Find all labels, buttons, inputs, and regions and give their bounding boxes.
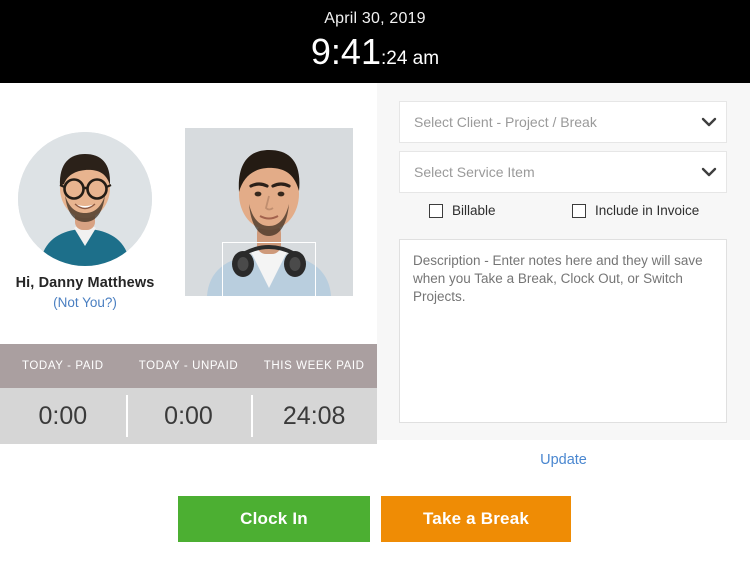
right-panel: Select Client - Project / Break Select S… bbox=[377, 83, 750, 440]
checkbox-row: Billable Include in Invoice bbox=[399, 203, 727, 227]
description-input[interactable] bbox=[399, 239, 727, 423]
service-item-select[interactable]: Select Service Item bbox=[399, 151, 727, 193]
chevron-down-icon bbox=[692, 167, 726, 178]
time-summary-headers: TODAY - PAID TODAY - UNPAID THIS WEEK PA… bbox=[0, 344, 377, 388]
clock-bar: April 30, 2019 9:41:24 am bbox=[0, 0, 750, 83]
billable-checkbox-label: Billable bbox=[452, 203, 496, 218]
timeclock-app: April 30, 2019 9:41:24 am Hi, Danny Matt… bbox=[0, 0, 750, 562]
left-panel: Hi, Danny Matthews (Not You?) TODAY - PA… bbox=[0, 83, 377, 562]
update-link[interactable]: Update bbox=[377, 452, 750, 468]
current-date: April 30, 2019 bbox=[324, 10, 426, 27]
action-bar: Clock In Take a Break bbox=[0, 496, 750, 544]
time-meridiem: am bbox=[407, 48, 440, 69]
billable-checkbox[interactable]: Billable bbox=[429, 203, 496, 218]
checkbox-box-icon[interactable] bbox=[429, 203, 443, 218]
stat-header-this-week-paid: THIS WEEK PAID bbox=[263, 360, 365, 372]
stat-value-today-unpaid: 0:00 bbox=[125, 388, 252, 444]
client-project-select-label: Select Client - Project / Break bbox=[414, 114, 597, 130]
not-you-link[interactable]: (Not You?) bbox=[0, 295, 170, 310]
include-in-invoice-checkbox[interactable]: Include in Invoice bbox=[572, 203, 699, 218]
take-a-break-button[interactable]: Take a Break bbox=[381, 496, 571, 542]
user-avatar-photo-icon bbox=[18, 132, 152, 266]
chevron-down-icon bbox=[692, 117, 726, 128]
stat-header-today-unpaid: TODAY - UNPAID bbox=[138, 360, 239, 372]
checkbox-box-icon[interactable] bbox=[572, 203, 586, 218]
user-greeting: Hi, Danny Matthews bbox=[15, 275, 155, 291]
time-seconds: :24 bbox=[380, 48, 408, 69]
webcam-preview[interactable] bbox=[185, 128, 353, 296]
service-item-select-label: Select Service Item bbox=[414, 164, 535, 180]
include-in-invoice-checkbox-label: Include in Invoice bbox=[595, 203, 700, 218]
current-time: 9:41:24 am bbox=[0, 32, 750, 80]
client-project-select[interactable]: Select Client - Project / Break bbox=[399, 101, 727, 143]
clock-in-button[interactable]: Clock In bbox=[178, 496, 370, 542]
identity-section: Hi, Danny Matthews (Not You?) bbox=[0, 83, 377, 344]
stat-header-today-paid: TODAY - PAID bbox=[21, 360, 104, 372]
time-summary-values: 0:00 0:00 24:08 bbox=[0, 388, 377, 444]
stat-value-today-paid: 0:00 bbox=[38, 401, 88, 430]
time-hours-minutes: 9:41 bbox=[310, 31, 381, 72]
avatar bbox=[18, 132, 152, 266]
stat-value-this-week-paid: 24:08 bbox=[251, 388, 377, 444]
webcam-live-preview-icon bbox=[185, 128, 353, 296]
